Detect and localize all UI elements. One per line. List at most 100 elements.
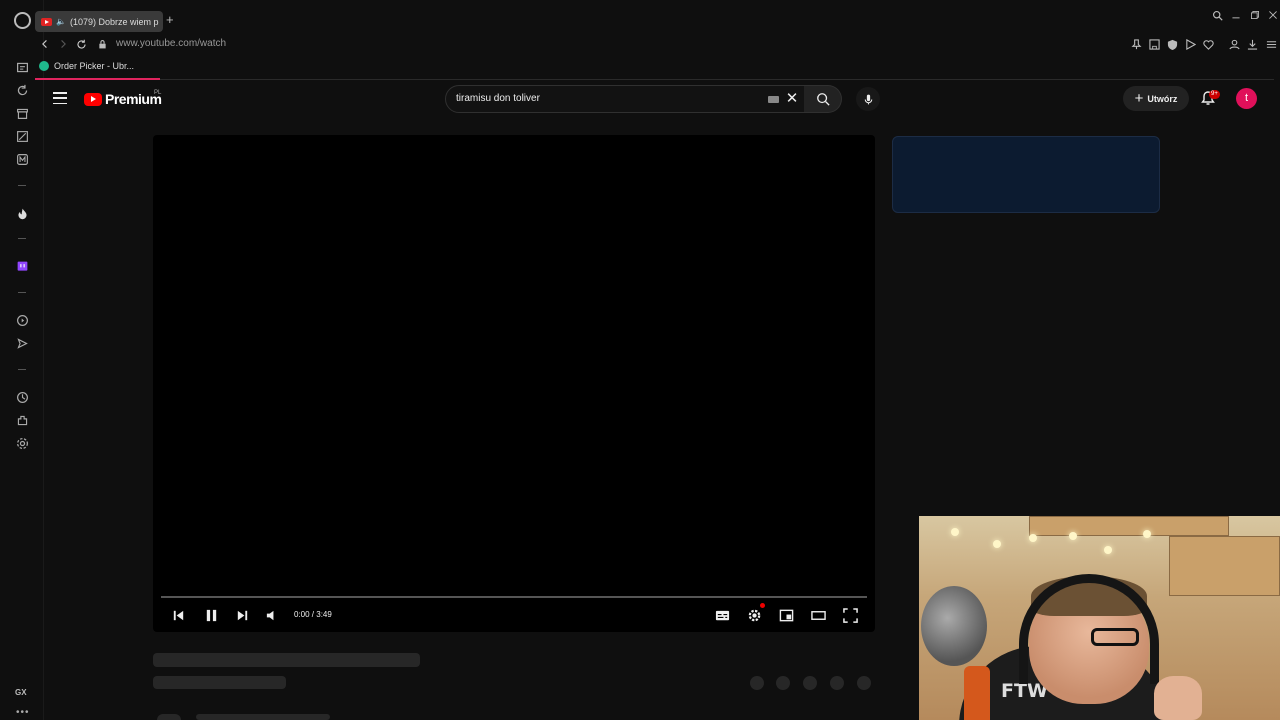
- hand: [1154, 676, 1202, 720]
- download-icon[interactable]: [1245, 37, 1259, 51]
- youtube-play-icon: [84, 92, 102, 106]
- search-input[interactable]: tiramisu don toliver ✕: [445, 85, 805, 113]
- settings-icon[interactable]: [14, 435, 30, 451]
- title-skeleton: [153, 653, 420, 667]
- screen: GX ••• 🔈 (1079) Dobrze wiem p + www.yout…: [0, 0, 1280, 720]
- voice-search-button[interactable]: [856, 87, 880, 111]
- search-icon: [816, 93, 830, 106]
- restore-icon[interactable]: [1248, 8, 1262, 22]
- refresh-icon[interactable]: [14, 82, 30, 98]
- search-tabs-icon[interactable]: [1210, 8, 1224, 22]
- flame-icon[interactable]: [14, 205, 30, 221]
- glasses: [1091, 628, 1139, 646]
- youtube-favicon-icon: [41, 17, 52, 26]
- profile-icon[interactable]: [1227, 37, 1241, 51]
- keyboard-icon[interactable]: [768, 96, 779, 103]
- bookmark-favicon-icon: [39, 61, 49, 71]
- action-skeleton: [803, 676, 817, 690]
- search-value: tiramisu don toliver: [456, 93, 540, 104]
- menu-icon[interactable]: [53, 92, 67, 104]
- sidebar-divider: [18, 185, 26, 186]
- heart-icon[interactable]: [1201, 37, 1215, 51]
- fairy-light: [1104, 546, 1112, 554]
- sidebar-divider: [18, 292, 26, 293]
- hd-badge: [760, 603, 765, 608]
- create-button[interactable]: + Utwórz: [1123, 86, 1189, 111]
- action-skeleton: [750, 676, 764, 690]
- microphone-icon: [864, 94, 872, 104]
- snapshot-icon[interactable]: [1147, 37, 1161, 51]
- fullscreen-icon[interactable]: [841, 606, 859, 624]
- play-icon[interactable]: [1183, 37, 1197, 51]
- time-display: 0:00 / 3:49: [294, 610, 332, 619]
- avatar[interactable]: t: [1236, 88, 1257, 109]
- volume-icon[interactable]: [263, 606, 281, 624]
- progress-scrubber[interactable]: [161, 596, 867, 598]
- clear-search-icon[interactable]: ✕: [785, 91, 799, 106]
- music-player-icon[interactable]: [14, 312, 30, 328]
- opera-gx-logo-icon[interactable]: [14, 12, 31, 29]
- pause-icon[interactable]: [202, 606, 220, 624]
- tab-youtube[interactable]: 🔈 (1079) Dobrze wiem p: [35, 11, 163, 32]
- close-window-icon[interactable]: [1266, 8, 1280, 22]
- speaker-icon[interactable]: 🔈: [56, 17, 66, 26]
- channel-skeleton: [153, 676, 286, 689]
- notification-badge: 9+: [1209, 90, 1220, 99]
- chair-accent: [964, 666, 990, 720]
- shield-icon[interactable]: [1165, 37, 1179, 51]
- miniplayer-icon[interactable]: [777, 606, 795, 624]
- sidebar-divider: [18, 369, 26, 370]
- action-skeleton: [857, 676, 871, 690]
- ad-placeholder[interactable]: [892, 136, 1160, 213]
- youtube-premium-logo[interactable]: Premium: [84, 91, 162, 107]
- tab-bar: 🔈 (1079) Dobrze wiem p +: [35, 8, 1280, 34]
- pin-icon[interactable]: [1129, 37, 1143, 51]
- browser-sidebar: GX •••: [0, 0, 44, 720]
- edit-icon[interactable]: [14, 128, 30, 144]
- gx-corner-label[interactable]: GX: [15, 688, 27, 697]
- description-skeleton: [196, 714, 330, 720]
- avatar-skeleton: [157, 714, 181, 720]
- more-icon[interactable]: •••: [16, 707, 30, 718]
- history-icon[interactable]: [14, 389, 30, 405]
- settings-gear-icon[interactable]: [745, 606, 763, 624]
- fairy-light: [993, 540, 1001, 548]
- subtitles-icon[interactable]: [713, 606, 731, 624]
- store-icon[interactable]: [14, 105, 30, 121]
- shelf: [1169, 536, 1280, 596]
- fairy-light: [951, 528, 959, 536]
- plus-icon: +: [1134, 90, 1144, 107]
- action-skeleton: [776, 676, 790, 690]
- easy-setup-icon[interactable]: [1264, 37, 1278, 51]
- action-skeleton: [830, 676, 844, 690]
- search-button[interactable]: [804, 85, 842, 113]
- video-player[interactable]: 0:00 / 3:49: [153, 135, 875, 632]
- page-load-progress: [35, 78, 160, 80]
- address-bar: www.youtube.com/watch: [35, 34, 1280, 54]
- minimize-icon[interactable]: [1229, 8, 1243, 22]
- divider: [44, 79, 1274, 80]
- theater-mode-icon[interactable]: [809, 606, 827, 624]
- fairy-light: [1143, 530, 1151, 538]
- tab-title: (1079) Dobrze wiem p: [69, 16, 159, 27]
- player-icon[interactable]: [14, 59, 30, 75]
- fairy-light: [1069, 532, 1077, 540]
- previous-icon[interactable]: [169, 606, 187, 624]
- twitch-icon[interactable]: [14, 258, 30, 274]
- microphone: [921, 586, 987, 666]
- send-icon[interactable]: [14, 335, 30, 351]
- forward-icon[interactable]: [56, 37, 70, 51]
- bookmark-label: Order Picker - Ubr...: [54, 61, 135, 71]
- logo-word: Premium: [105, 91, 162, 107]
- fairy-light: [1029, 534, 1037, 542]
- messenger-icon[interactable]: [14, 151, 30, 167]
- new-tab-button[interactable]: +: [166, 12, 174, 27]
- back-icon[interactable]: [38, 37, 52, 51]
- country-code: PL: [154, 90, 162, 96]
- bookmark-order-picker[interactable]: Order Picker - Ubr...: [39, 61, 134, 71]
- lock-icon[interactable]: [97, 37, 108, 55]
- url-text[interactable]: www.youtube.com/watch: [116, 38, 226, 49]
- next-icon[interactable]: [233, 606, 251, 624]
- reload-icon[interactable]: [74, 37, 88, 51]
- extensions-icon[interactable]: [14, 412, 30, 428]
